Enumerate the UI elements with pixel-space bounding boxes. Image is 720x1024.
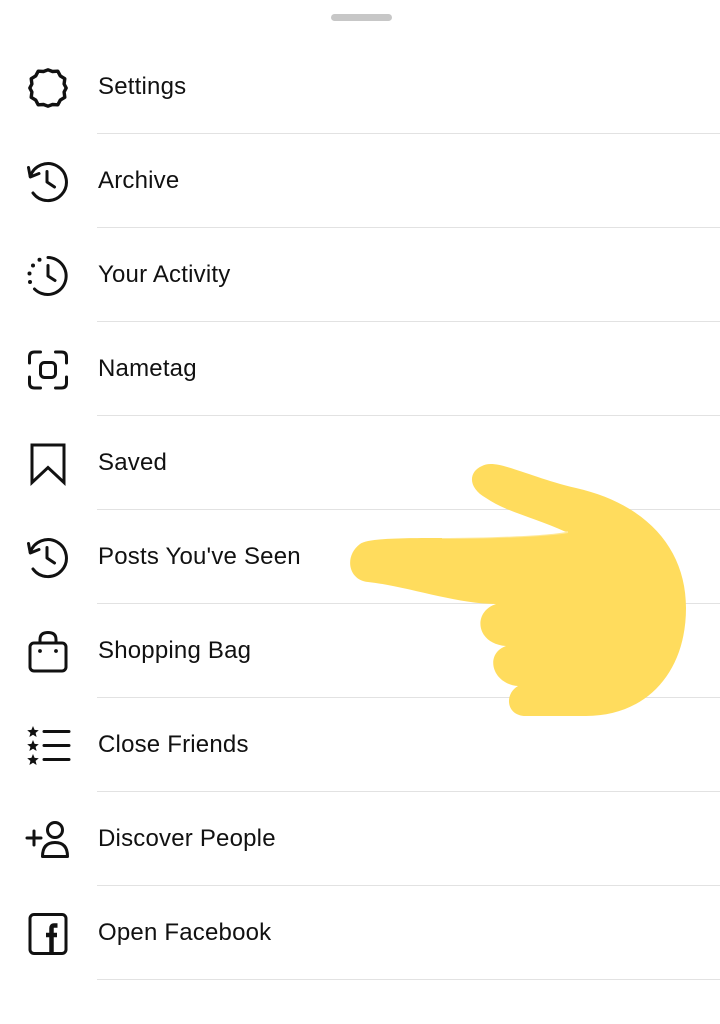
menu-item-discover-people[interactable]: Discover People [0, 792, 720, 886]
history-icon [24, 536, 72, 580]
activity-clock-icon [24, 254, 72, 298]
menu-item-label: Shopping Bag [98, 637, 252, 664]
sheet-drag-handle[interactable] [331, 14, 392, 21]
menu-item-close-friends[interactable]: Close Friends [0, 698, 720, 792]
profile-menu: Settings Archive Your Activity Nametag S… [0, 40, 720, 980]
menu-item-settings[interactable]: Settings [0, 40, 720, 134]
archive-history-icon [24, 160, 72, 204]
menu-item-label: Your Activity [98, 261, 231, 288]
menu-item-label: Settings [98, 73, 187, 100]
menu-item-label: Discover People [98, 825, 276, 852]
facebook-icon [24, 912, 72, 956]
menu-item-label: Open Facebook [98, 919, 272, 946]
menu-item-label: Nametag [98, 355, 197, 382]
menu-item-label: Saved [98, 449, 168, 476]
shopping-bag-icon [24, 630, 72, 674]
menu-item-posts-youve-seen[interactable]: Posts You've Seen [0, 510, 720, 604]
nametag-scan-icon [24, 348, 72, 392]
menu-item-label: Posts You've Seen [98, 543, 301, 570]
gear-icon [24, 66, 72, 110]
menu-item-saved[interactable]: Saved [0, 416, 720, 510]
bookmark-icon [24, 442, 72, 486]
menu-item-nametag[interactable]: Nametag [0, 322, 720, 416]
menu-sheet: Settings Archive Your Activity Nametag S… [0, 0, 720, 1024]
menu-item-your-activity[interactable]: Your Activity [0, 228, 720, 322]
add-person-icon [24, 818, 72, 862]
menu-item-archive[interactable]: Archive [0, 134, 720, 228]
divider [97, 979, 720, 980]
menu-item-label: Close Friends [98, 731, 249, 758]
menu-item-open-facebook[interactable]: Open Facebook [0, 886, 720, 980]
star-list-icon [24, 724, 72, 768]
menu-item-label: Archive [98, 167, 180, 194]
menu-item-shopping-bag[interactable]: Shopping Bag [0, 604, 720, 698]
